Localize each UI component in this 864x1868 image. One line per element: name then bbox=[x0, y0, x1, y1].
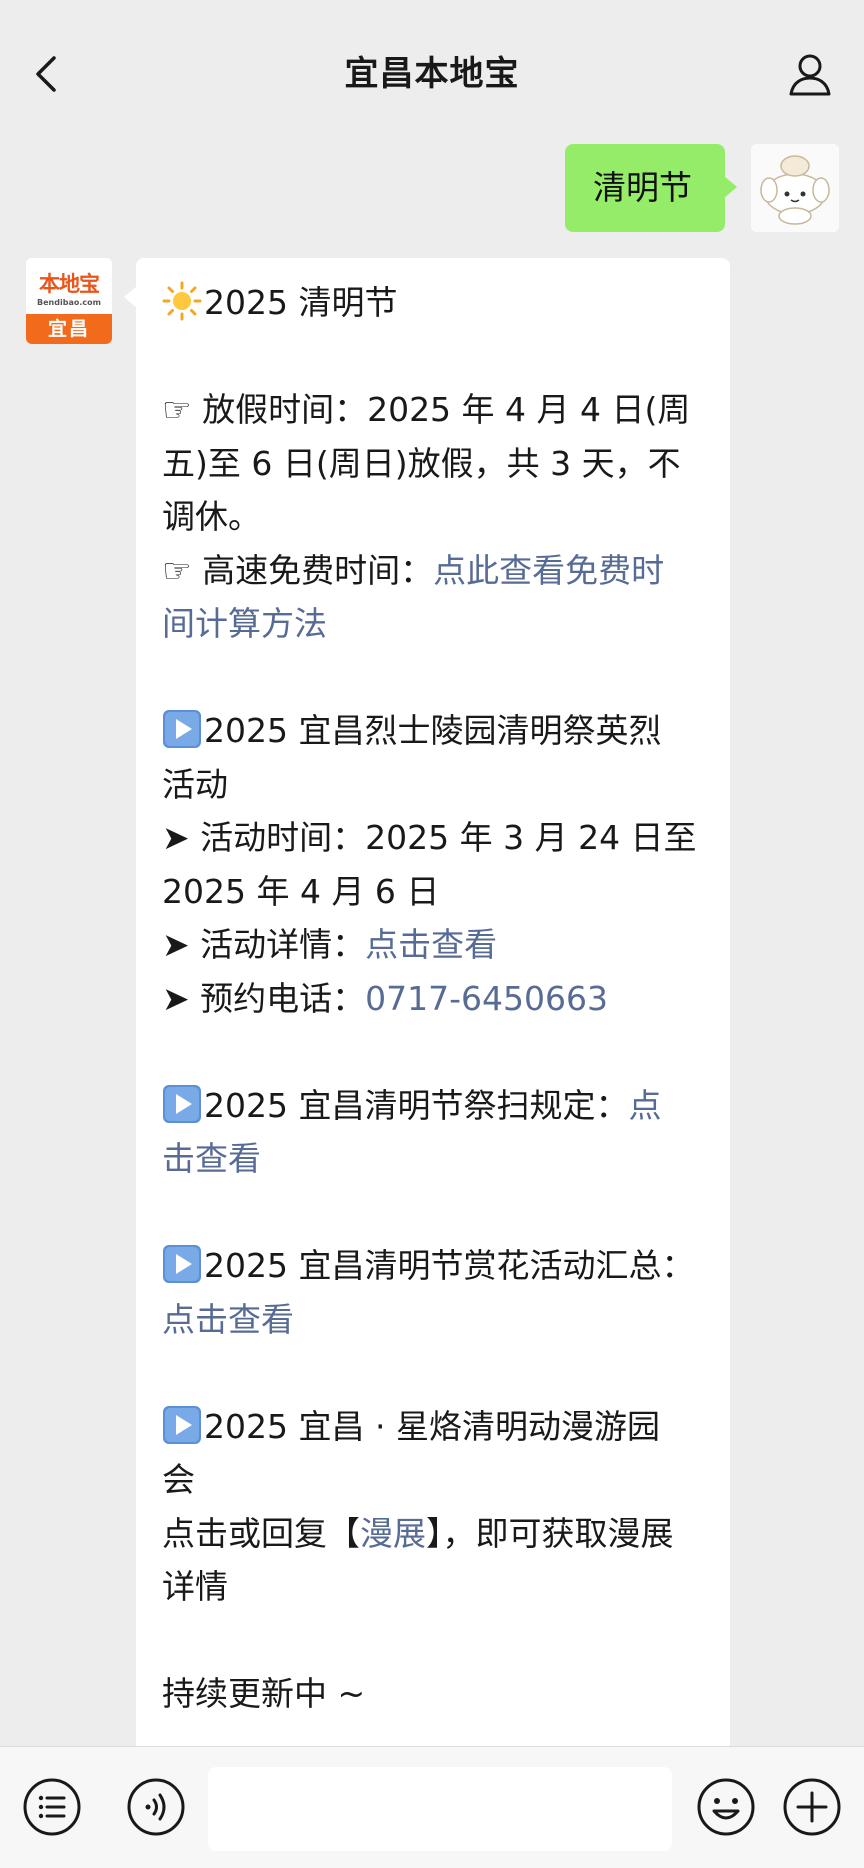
message-body: 2025 清明节 ☞ 放假时间：2025 年 4 月 4 日(周 五)至 6 日… bbox=[162, 276, 710, 1721]
voice-button[interactable] bbox=[126, 1777, 186, 1837]
message-line: 2025 宜昌 · 星烙清明动漫游园 bbox=[162, 1400, 710, 1454]
sun-icon bbox=[162, 281, 202, 321]
activity-details-link[interactable]: 点击查看 bbox=[365, 925, 497, 964]
message-line: 会 bbox=[162, 1460, 195, 1499]
message-line: 2025 宜昌烈士陵园清明祭英烈 bbox=[162, 704, 710, 758]
page-title: 宜昌本地宝 bbox=[344, 54, 520, 94]
message-text: 2025 宜昌烈士陵园清明祭英烈 bbox=[204, 711, 662, 750]
more-button[interactable] bbox=[782, 1777, 842, 1837]
message-input[interactable] bbox=[208, 1767, 672, 1851]
outgoing-message-bubble[interactable]: 清明节 bbox=[565, 144, 737, 232]
message-line: 调休。 bbox=[162, 497, 261, 536]
message-line: 持续更新中 ~ bbox=[162, 1674, 366, 1713]
user-avatar[interactable] bbox=[751, 144, 839, 232]
toll-free-link[interactable]: 点此查看免费时 bbox=[433, 551, 664, 590]
message-text: 2025 宜昌清明节祭扫规定： bbox=[204, 1085, 629, 1125]
chat-header: 宜昌本地宝 bbox=[0, 0, 864, 148]
avatar-brand: 本地宝 bbox=[39, 272, 100, 296]
avatar-city: 宜昌 bbox=[26, 314, 112, 344]
plus-icon bbox=[783, 1778, 841, 1836]
cartoon-avatar-icon bbox=[751, 144, 839, 232]
list-icon bbox=[23, 1778, 81, 1836]
message-line: 详情 bbox=[162, 1567, 228, 1606]
person-icon bbox=[789, 54, 831, 96]
phone-link[interactable]: 0717-6450663 bbox=[365, 979, 608, 1018]
message-line: 2025 宜昌清明节祭扫规定：点 bbox=[162, 1079, 710, 1133]
input-bar bbox=[0, 1746, 864, 1868]
message-line: 2025 清明节 bbox=[162, 276, 710, 330]
message-line: 2025 宜昌清明节赏花活动汇总： bbox=[162, 1239, 710, 1293]
message-line: ➤ 预约电话：0717-6450663 bbox=[162, 972, 710, 1026]
message-text: 点击或回复【 bbox=[162, 1513, 360, 1553]
message-line: ➤ 活动时间：2025 年 3 月 24 日至 bbox=[162, 818, 697, 857]
rules-link[interactable]: 点 bbox=[628, 1086, 661, 1125]
profile-button[interactable] bbox=[786, 50, 834, 98]
flower-events-link[interactable]: 点击查看 bbox=[162, 1293, 710, 1347]
message-line: 2025 年 4 月 6 日 bbox=[162, 871, 440, 911]
message-line: ➤ 活动详情：点击查看 bbox=[162, 918, 710, 972]
message-text: ☞ 高速免费时间： bbox=[162, 550, 434, 590]
avatar-domain: Bendibao.com bbox=[37, 298, 101, 307]
comic-expo-link[interactable]: 漫展 bbox=[360, 1514, 426, 1553]
play-icon bbox=[163, 710, 201, 748]
smiley-icon bbox=[697, 1778, 755, 1836]
incoming-message-bubble: 2025 清明节 ☞ 放假时间：2025 年 4 月 4 日(周 五)至 6 日… bbox=[124, 258, 730, 1752]
avatar-logo-area: 本地宝 Bendibao.com bbox=[26, 258, 112, 314]
message-text: 】，即可获取漫展 bbox=[426, 1513, 674, 1553]
bot-avatar[interactable]: 本地宝 Bendibao.com 宜昌 bbox=[26, 258, 112, 344]
play-icon bbox=[163, 1405, 201, 1444]
menu-button[interactable] bbox=[22, 1777, 82, 1837]
voice-icon bbox=[127, 1778, 185, 1836]
play-icon bbox=[163, 1245, 201, 1283]
toll-free-link-cont[interactable]: 间计算方法 bbox=[162, 597, 710, 651]
message-line: ☞ 高速免费时间：点此查看免费时 bbox=[162, 544, 710, 598]
message-text: 2025 宜昌清明节赏花活动汇总： bbox=[204, 1246, 695, 1285]
message-text: ➤ 活动详情： bbox=[162, 925, 366, 964]
play-icon bbox=[163, 1084, 201, 1123]
rules-link-cont[interactable]: 击查看 bbox=[162, 1132, 710, 1186]
message-line: 五)至 6 日(周日)放假，共 3 天，不 bbox=[162, 443, 681, 483]
message-line: 点击或回复【漫展】，即可获取漫展 bbox=[162, 1507, 710, 1561]
message-line: 活动 bbox=[162, 764, 228, 804]
outgoing-message-row: 清明节 bbox=[0, 144, 839, 232]
message-text: ➤ 预约电话： bbox=[162, 978, 366, 1018]
emoji-button[interactable] bbox=[696, 1777, 756, 1837]
message-text: 2025 宜昌 · 星烙清明动漫游园 bbox=[204, 1406, 660, 1446]
message-title: 2025 清明节 bbox=[204, 283, 398, 322]
message-line: ☞ 放假时间：2025 年 4 月 4 日(周 bbox=[162, 390, 691, 429]
